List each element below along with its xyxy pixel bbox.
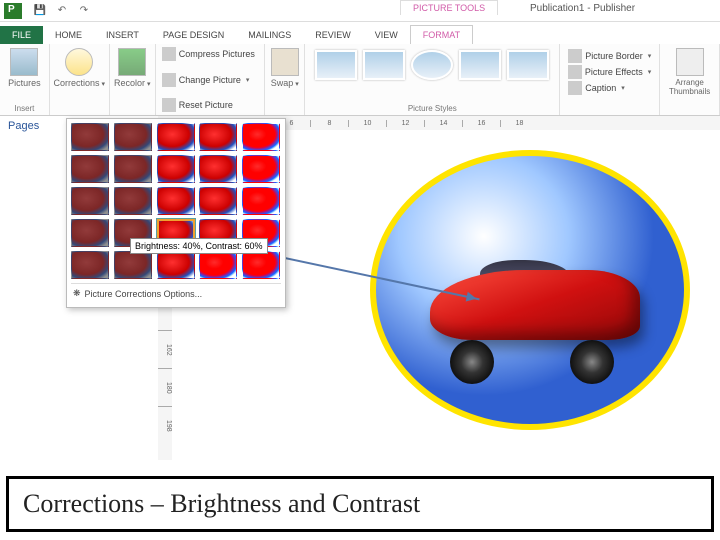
swap-button[interactable]: Swap	[271, 46, 298, 90]
recolor-button[interactable]: Recolor	[116, 46, 149, 90]
sun-icon	[65, 48, 93, 76]
compress-icon	[162, 47, 176, 61]
correction-thumb[interactable]	[242, 187, 280, 215]
correction-thumb[interactable]	[242, 155, 280, 183]
effects-icon	[568, 65, 582, 79]
pictures-icon	[10, 48, 38, 76]
context-tab-label: PICTURE TOOLS	[400, 0, 498, 15]
arrange-icon	[676, 48, 704, 76]
picture-style-4[interactable]	[459, 50, 501, 80]
tab-home[interactable]: HOME	[43, 26, 94, 44]
pictures-button[interactable]: Pictures	[6, 46, 43, 90]
correction-thumb[interactable]	[157, 155, 195, 183]
save-icon[interactable]: 💾	[30, 3, 50, 19]
correction-thumb[interactable]	[114, 155, 152, 183]
picture-effects-button[interactable]: Picture Effects	[568, 64, 651, 80]
reset-picture-button[interactable]: Reset Picture	[162, 97, 258, 113]
canvas-picture[interactable]	[370, 150, 690, 430]
change-icon	[162, 73, 176, 87]
arrange-thumbnails-button[interactable]: Arrange Thumbnails	[666, 46, 713, 98]
car-image	[420, 240, 660, 380]
correction-thumb[interactable]	[71, 123, 109, 151]
group-styles-label: Picture Styles	[311, 104, 553, 113]
correction-tooltip: Brightness: 40%, Contrast: 60%	[130, 238, 268, 254]
correction-thumb[interactable]	[114, 187, 152, 215]
slide-caption: Corrections – Brightness and Contrast	[6, 476, 714, 532]
corrections-gallery: ❋ Picture Corrections Options...	[66, 118, 286, 308]
correction-thumb[interactable]	[242, 123, 280, 151]
tab-page-design[interactable]: PAGE DESIGN	[151, 26, 236, 44]
picture-border-button[interactable]: Picture Border	[568, 48, 651, 64]
correction-thumb[interactable]	[157, 251, 195, 279]
change-picture-button[interactable]: Change Picture	[162, 72, 258, 88]
tab-insert[interactable]: INSERT	[94, 26, 151, 44]
correction-thumb[interactable]	[199, 251, 237, 279]
tab-format[interactable]: FORMAT	[410, 25, 473, 44]
correction-thumb[interactable]	[157, 187, 195, 215]
window-title: Publication1 - Publisher	[530, 3, 635, 14]
correction-thumb[interactable]	[71, 219, 109, 247]
correction-thumb[interactable]	[114, 123, 152, 151]
picture-style-1[interactable]	[315, 50, 357, 80]
correction-thumb[interactable]	[157, 123, 195, 151]
reset-icon	[162, 98, 176, 112]
pages-panel-label: Pages	[8, 120, 39, 132]
redo-icon[interactable]: ↷	[74, 3, 94, 19]
correction-thumb[interactable]	[199, 155, 237, 183]
undo-icon[interactable]: ↶	[52, 3, 72, 19]
ribbon: Pictures Insert Corrections Recolor Comp…	[0, 44, 720, 116]
tab-mailings[interactable]: MAILINGS	[236, 26, 303, 44]
ribbon-tabs: FILE HOME INSERT PAGE DESIGN MAILINGS RE…	[0, 22, 720, 44]
correction-thumb[interactable]	[199, 187, 237, 215]
picture-style-2[interactable]	[363, 50, 405, 80]
title-bar: 💾 ↶ ↷ PICTURE TOOLS Publication1 - Publi…	[0, 0, 720, 22]
recolor-icon	[118, 48, 146, 76]
swap-label: Swap	[271, 78, 299, 88]
picture-style-3[interactable]	[411, 50, 453, 80]
correction-thumb[interactable]	[199, 123, 237, 151]
tab-review[interactable]: REVIEW	[303, 26, 363, 44]
correction-thumb[interactable]	[71, 187, 109, 215]
correction-thumb[interactable]	[71, 251, 109, 279]
caption-button[interactable]: Caption	[568, 80, 651, 96]
quick-access-toolbar: 💾 ↶ ↷	[30, 3, 94, 19]
correction-thumb[interactable]	[114, 251, 152, 279]
correction-thumb[interactable]	[242, 251, 280, 279]
group-insert-label: Insert	[6, 104, 43, 113]
pictures-label: Pictures	[8, 78, 41, 88]
picture-styles-gallery	[311, 46, 553, 84]
tab-view[interactable]: VIEW	[363, 26, 410, 44]
app-icon	[4, 3, 22, 19]
arrange-label: Arrange Thumbnails	[668, 78, 711, 96]
picture-corrections-options[interactable]: ❋ Picture Corrections Options...	[71, 283, 281, 303]
swap-icon	[271, 48, 299, 76]
border-icon	[568, 49, 582, 63]
corrections-label: Corrections	[54, 78, 106, 88]
oval-frame	[370, 150, 690, 430]
correction-thumb[interactable]	[71, 155, 109, 183]
tab-file[interactable]: FILE	[0, 26, 43, 44]
recolor-label: Recolor	[114, 78, 151, 88]
options-icon: ❋	[73, 288, 81, 299]
caption-icon	[568, 81, 582, 95]
picture-style-5[interactable]	[507, 50, 549, 80]
compress-pictures-button[interactable]: Compress Pictures	[162, 46, 258, 62]
corrections-button[interactable]: Corrections	[56, 46, 103, 90]
